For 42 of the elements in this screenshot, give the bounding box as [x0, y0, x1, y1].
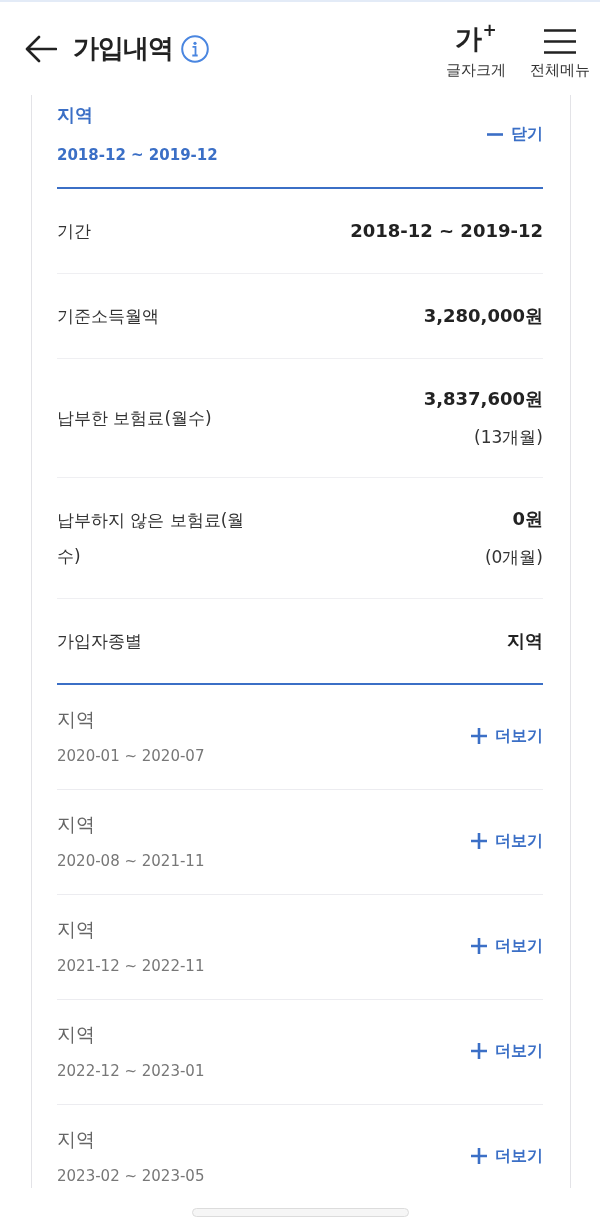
- period-range: 2021-12 ~ 2022-11: [57, 956, 205, 977]
- plus-icon: [471, 1043, 487, 1059]
- page-title: 가입내역: [73, 32, 173, 65]
- period-range: 2022-12 ~ 2023-01: [57, 1061, 205, 1082]
- plus-icon: [471, 728, 487, 744]
- detail-label: 기간: [57, 220, 91, 243]
- period-category: 지역: [57, 812, 95, 837]
- detail-value: 3,280,000원: [423, 304, 543, 328]
- expand-button[interactable]: 더보기: [471, 1145, 543, 1167]
- plus-icon: [471, 938, 487, 954]
- period-category: 지역: [57, 917, 95, 942]
- plus-icon: [471, 833, 487, 849]
- expand-button[interactable]: 더보기: [471, 830, 543, 852]
- detail-months: (0개월): [484, 546, 543, 569]
- period-range: 2023-02 ~ 2023-05: [57, 1166, 205, 1187]
- plus-icon: [471, 1148, 487, 1164]
- period-range: 2018-12 ~ 2019-12: [57, 145, 218, 166]
- period-category: 지역: [57, 103, 93, 127]
- detail-value: 2018-12 ~ 2019-12: [350, 219, 543, 243]
- detail-months: (13개월): [474, 426, 543, 449]
- detail-value: 0원: [512, 507, 543, 531]
- detail-label: 납부한 보험료(월수): [57, 407, 212, 430]
- expand-button[interactable]: 더보기: [471, 935, 543, 957]
- detail-label: 납부하지 않은 보험료(월수): [57, 509, 246, 568]
- detail-value: 3,837,600원: [423, 387, 543, 411]
- info-icon[interactable]: [181, 34, 209, 63]
- detail-label: 가입자종별: [57, 630, 142, 653]
- menu-icon: [544, 28, 576, 54]
- expand-button[interactable]: 더보기: [471, 725, 543, 747]
- period-range: 2020-01 ~ 2020-07: [57, 746, 205, 767]
- period-category: 지역: [57, 707, 95, 732]
- expand-button[interactable]: 더보기: [471, 1040, 543, 1062]
- period-category: 지역: [57, 1127, 95, 1152]
- back-arrow-icon[interactable]: [25, 34, 57, 63]
- period-category: 지역: [57, 1022, 95, 1047]
- collapse-button[interactable]: 닫기: [487, 124, 543, 145]
- font-size-button[interactable]: 가$^{+}$ 글자크게: [446, 17, 506, 80]
- detail-value: 지역: [507, 629, 543, 653]
- menu-button[interactable]: 전체메뉴: [530, 17, 590, 80]
- detail-label: 기준소득월액: [57, 305, 159, 328]
- period-range: 2020-08 ~ 2021-11: [57, 851, 205, 872]
- minus-icon: [487, 133, 503, 136]
